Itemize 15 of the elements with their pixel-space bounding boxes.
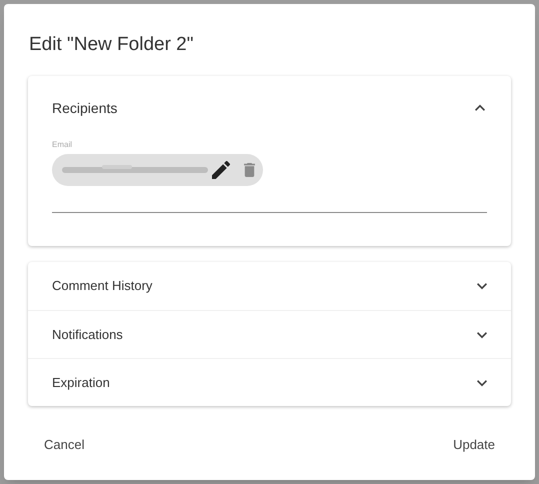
field-label: Email bbox=[52, 140, 74, 150]
section-title[interactable]: Comment History bbox=[52, 276, 152, 296]
expand-chevron-icon[interactable] bbox=[475, 330, 489, 340]
delete-trash-icon[interactable] bbox=[244, 163, 255, 177]
edit-pencil-icon[interactable] bbox=[212, 161, 230, 179]
collapse-chevron-icon[interactable] bbox=[473, 103, 487, 113]
section-title[interactable]: Notifications bbox=[52, 324, 123, 344]
expand-chevron-icon[interactable] bbox=[475, 281, 489, 291]
section-title[interactable]: Expiration bbox=[52, 372, 110, 392]
dialog-button[interactable]: Update bbox=[445, 431, 503, 458]
dialog-button[interactable]: Cancel bbox=[36, 431, 92, 458]
email-input-field[interactable] bbox=[52, 154, 487, 213]
expand-chevron-icon[interactable] bbox=[475, 378, 489, 388]
dialog-title: Edit "New Folder 2" bbox=[29, 33, 194, 57]
section-title[interactable]: Recipients bbox=[52, 98, 118, 118]
